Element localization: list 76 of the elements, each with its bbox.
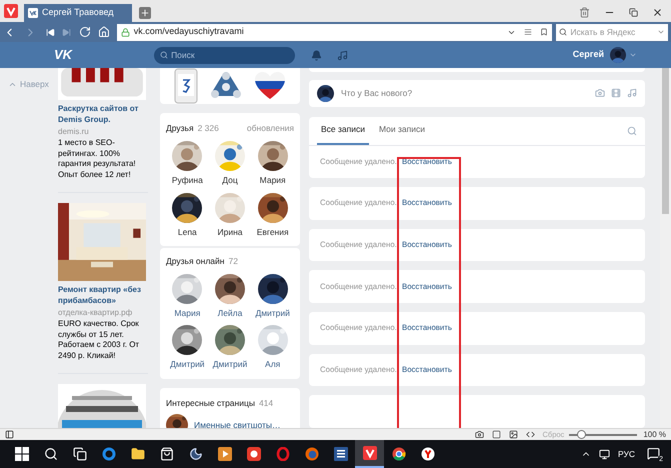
globe-icon[interactable] [304,447,318,461]
page-link[interactable]: Именные свитшоты… [194,418,281,428]
document-icon[interactable] [334,447,348,461]
fidget-spinner-icon[interactable] [210,71,242,101]
ring-icon[interactable] [102,447,116,461]
scrollbar-thumb[interactable] [662,68,669,214]
moon-icon[interactable] [188,447,202,461]
friend-name[interactable]: Lena [178,226,197,238]
friend-name[interactable]: Дмитрий [255,307,290,320]
windows-icon[interactable] [14,447,28,461]
taskbar-item[interactable] [355,440,384,468]
bookmark-icon[interactable] [540,28,548,36]
restore-icon[interactable] [629,8,638,17]
heart-icon[interactable] [254,71,286,101]
user-name[interactable]: Сергей [572,48,604,62]
new-tab-button[interactable] [139,7,151,19]
section-title[interactable]: Друзья [166,122,194,135]
friend-name[interactable]: Лейла [218,307,242,320]
address-field[interactable]: vk.com/vedayuschiytravami [116,24,552,40]
friend-name[interactable]: Дмитрий [212,358,248,370]
panel-toggle-icon[interactable] [5,430,14,439]
camera-icon[interactable] [474,430,484,439]
section-title[interactable]: Друзья онлайн [166,255,224,268]
v-logo-icon[interactable] [362,446,376,460]
image-icon[interactable] [508,430,518,439]
home-icon[interactable] [98,26,110,38]
search-icon[interactable] [44,447,58,461]
pages-count: 414 [258,396,274,410]
window-icon[interactable] [492,430,500,439]
friend-name[interactable]: Аля [265,358,280,370]
network-icon[interactable] [598,448,610,460]
rewind-icon[interactable] [46,28,55,36]
search-icon [559,28,568,36]
logo[interactable]: VK [54,45,72,65]
browser-tab[interactable]: Сергей Травовед [24,4,132,22]
friend-name[interactable]: Евгения [256,226,289,238]
friend-name[interactable]: Ирина [217,226,242,238]
search-field[interactable]: Поиск [154,46,296,64]
reader-icon[interactable] [524,28,532,36]
folder-icon[interactable] [130,447,144,461]
zoom-slider[interactable] [569,430,638,439]
slider-thumb[interactable] [576,430,586,439]
friend-name[interactable]: Доц [222,174,238,186]
ad-description: EURO качество. Срок службы от 15 лет. Работаем с 2003 г. От 2490 р. Кликай! [58,319,140,361]
friend-name[interactable]: Мария [174,307,200,320]
plus-icon [140,8,150,18]
trash-icon[interactable] [579,7,590,18]
y-logo-icon[interactable] [420,447,434,461]
circle-logo-icon[interactable] [392,447,406,461]
bell-icon[interactable] [311,50,322,60]
feed-tab[interactable]: Мои записи [374,116,429,145]
task-view-icon[interactable] [72,447,86,461]
code-icon[interactable] [526,430,534,439]
ad-title[interactable]: Ремонт квартир «без прибамбасов» [58,284,148,306]
ad-description: 1 место в SEO-рейтингах. 100% гарантия результата! Опыт более 12 лет! [58,138,137,180]
shopping-bag-icon[interactable] [160,447,174,461]
feed-tab[interactable]: Все записи [317,116,369,145]
play-icon[interactable] [218,447,232,461]
zoom-level: 100 % [643,428,666,440]
section-title[interactable]: Интересные страницы [166,396,255,410]
recorder-icon[interactable] [246,447,260,461]
friend-name[interactable]: Мария [260,174,286,186]
reload-icon[interactable] [78,26,91,38]
close-icon[interactable] [652,7,663,18]
lock-icon [120,28,130,36]
notifications-icon[interactable] [647,447,660,460]
search-icon [160,51,168,59]
ad-title[interactable]: Раскрутка сайтов от Demis Group. [58,103,148,125]
online-count: 72 [228,255,238,268]
vk-favicon-icon [28,8,38,18]
friend-name[interactable]: Руфина [172,174,203,186]
o-ring-icon[interactable] [276,447,290,461]
friend-name[interactable]: Дмитрий [170,358,205,370]
language-indicator[interactable]: РУС [618,448,635,460]
calendar-icon[interactable] [174,68,198,104]
friends-count: 2 326 [198,122,219,135]
